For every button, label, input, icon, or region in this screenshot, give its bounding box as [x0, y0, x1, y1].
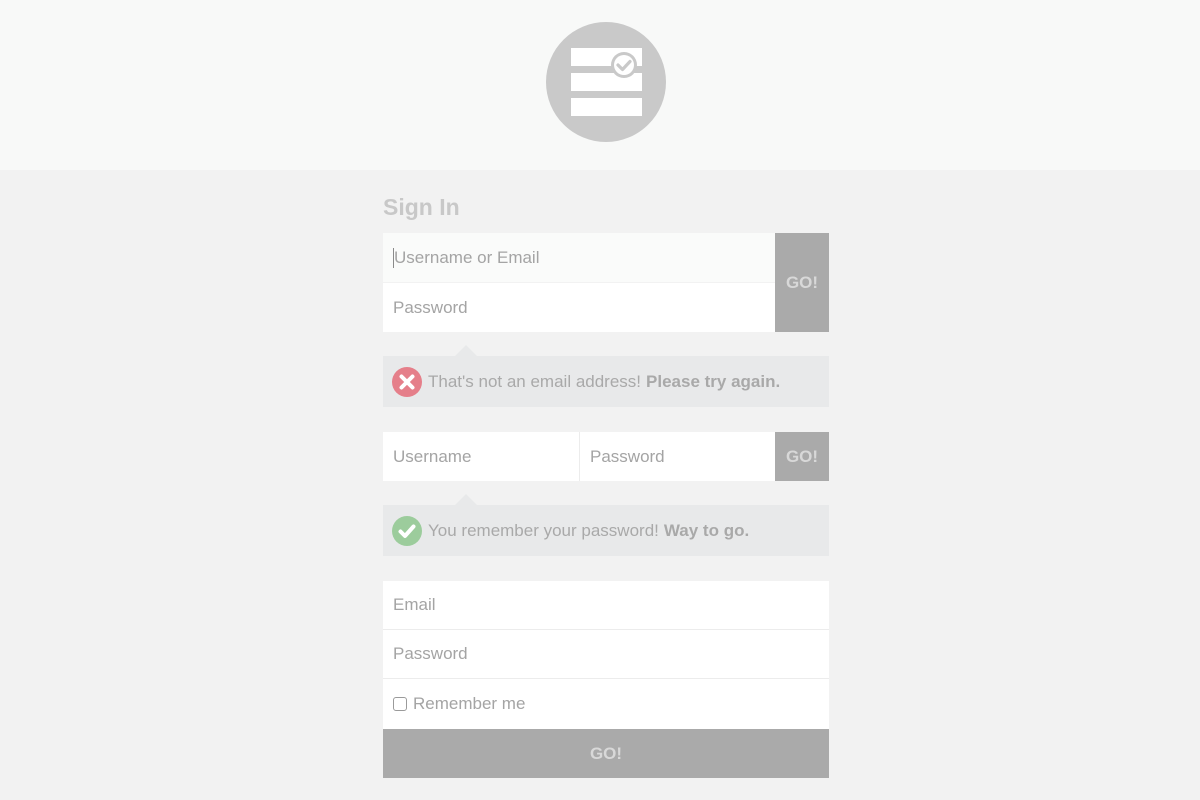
remember-me-checkbox[interactable] [393, 697, 407, 711]
remember-me-label[interactable]: Remember me [413, 694, 525, 714]
page-title: Sign In [383, 194, 460, 220]
error-alert-emphasis: Please try again. [646, 371, 781, 391]
error-alert-text: That's not an email address! [428, 371, 642, 391]
success-alert-emphasis: Way to go. [663, 520, 750, 540]
password-placeholder: Password [393, 297, 468, 317]
username-placeholder: Username [393, 446, 472, 466]
username-or-email-input[interactable]: Username or Email [383, 233, 775, 282]
go-button-1[interactable]: GO! [775, 233, 829, 332]
password-input-2[interactable]: Password [580, 432, 775, 481]
username-input[interactable]: Username [383, 432, 579, 481]
header-banner [0, 0, 1200, 170]
go-button-2[interactable]: GO! [775, 432, 829, 481]
server-check-icon [546, 22, 666, 142]
go-button-3[interactable]: GO! [383, 729, 829, 778]
email-placeholder: Email [393, 595, 436, 614]
email-input[interactable]: Email [383, 581, 829, 630]
alert-pointer-2 [455, 494, 477, 505]
error-x-icon [392, 366, 422, 397]
alert-pointer [455, 345, 477, 356]
error-alert: That's not an email address! Please try … [383, 356, 829, 407]
success-check-icon [392, 515, 422, 546]
success-alert: You remember your password! Way to go. [383, 505, 829, 556]
password-placeholder-3: Password [393, 644, 468, 663]
username-or-email-placeholder: Username or Email [394, 247, 540, 267]
remember-me-row: Remember me [383, 679, 829, 729]
password-placeholder-2: Password [590, 446, 665, 466]
password-input-3[interactable]: Password [383, 630, 829, 679]
password-input[interactable]: Password [383, 283, 775, 332]
success-alert-text: You remember your password! [428, 520, 659, 540]
